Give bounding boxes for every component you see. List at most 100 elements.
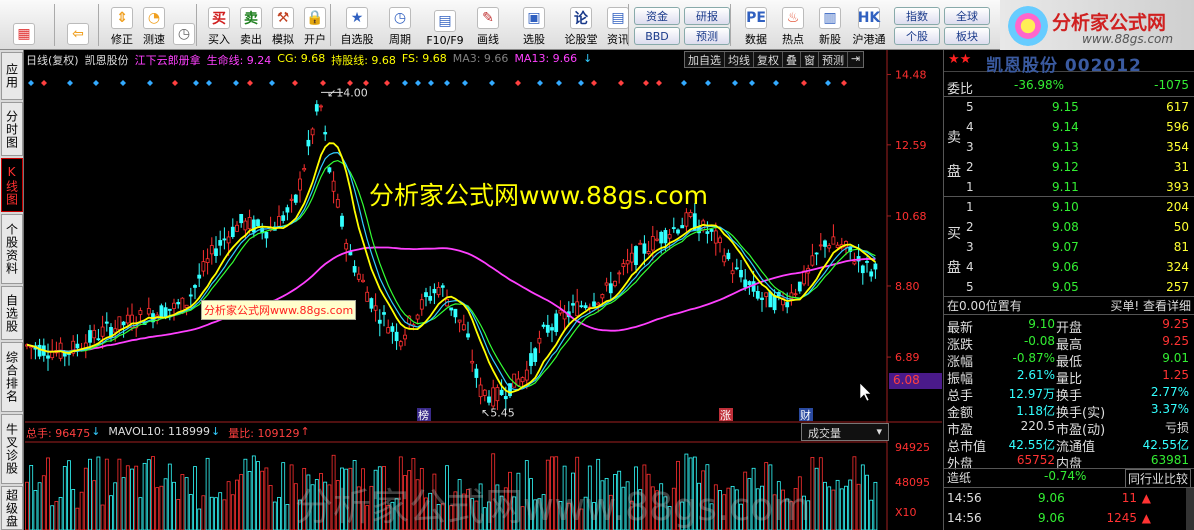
kline-chart-svg[interactable]: 14.48 12.59 10.68 8.80 6.89 ↙14.00 ↖5.45 榜 涨 财 949… <box>25 50 942 530</box>
toolbar-button-sell[interactable]: 卖卖出 <box>235 3 267 47</box>
star-window-icon: ★ <box>346 7 368 29</box>
toolbar-pill-button[interactable]: 全球 <box>944 7 990 25</box>
period-label[interactable]: 日线(复权) <box>26 52 79 68</box>
toolbar-button-back-arrow[interactable]: ⇦ <box>62 3 94 47</box>
hammer-icon: ⚒ <box>272 7 294 29</box>
candle-body <box>184 304 189 308</box>
candle-body <box>205 258 210 263</box>
left-tab-4[interactable]: 自选股 <box>1 286 23 340</box>
quote-level-row[interactable]: 1 9.11 393 <box>944 180 1194 197</box>
toolbar-pill-button[interactable]: 板块 <box>944 27 990 45</box>
quote-level-row[interactable]: 4 9.14 596 <box>944 120 1194 137</box>
candle-body <box>818 244 823 247</box>
left-tab-2[interactable]: K线图 <box>1 158 23 212</box>
chart-control-button[interactable]: 窗 <box>801 52 819 67</box>
candle-body <box>285 207 290 213</box>
stats-row: 涨跌 -0.08 最高 9.25 <box>944 334 1194 353</box>
level-price: 9.13 <box>1052 140 1079 154</box>
left-tab-6[interactable]: 牛叉诊股 <box>1 414 23 484</box>
kline-chart-area[interactable]: 14.48 12.59 10.68 8.80 6.89 ↙14.00 ↖5.45 榜 涨 财 949… <box>25 50 942 530</box>
toolbar-separator <box>330 4 331 46</box>
chevron-down-icon: ▾ <box>876 425 882 438</box>
toolbar-button-news[interactable]: ▤ 资讯 <box>602 3 634 47</box>
quote-level-row[interactable]: 2 9.12 31 <box>944 160 1194 177</box>
left-tab-1[interactable]: 分时图 <box>1 102 23 156</box>
industry-row: 造纸 -0.74% 同行业比较 <box>944 468 1194 488</box>
left-tab-5[interactable]: 综合排名 <box>1 342 23 412</box>
toolbar-button-hk-connect[interactable]: HK 沪港通 <box>848 3 890 47</box>
left-tab-7[interactable]: 超级盘 <box>1 486 23 530</box>
toolbar-pill-button[interactable]: BBD <box>634 27 680 45</box>
event-tag[interactable]: 榜 <box>418 408 429 422</box>
toolbar-button-app-logo[interactable]: ▦ <box>8 3 40 47</box>
down-arrow-icon: ↓ <box>91 425 101 438</box>
candle-body <box>289 198 294 201</box>
toolbar-pill-button[interactable]: 资金 <box>634 7 680 25</box>
toolbar-button-star-window[interactable]: ★ 自选股 <box>336 3 378 47</box>
tick-row: 14:56 9.06 11 ▲ <box>944 491 1194 508</box>
quote-scrollbar[interactable] <box>1186 488 1194 530</box>
candle-body <box>491 387 496 407</box>
quote-level-row[interactable]: 3 9.13 354 <box>944 140 1194 157</box>
toolbar-button-f10[interactable]: ▤ F10/F9 <box>424 3 466 47</box>
chart-control-button[interactable]: 叠 <box>783 52 801 67</box>
event-tag[interactable]: 财 <box>800 408 811 422</box>
pin-icon[interactable]: ⇥ <box>848 52 863 67</box>
candle-body <box>264 231 269 239</box>
chart-control-button[interactable]: 均线 <box>725 52 754 67</box>
toolbar-button-period[interactable]: ◷ 周期 <box>384 3 416 47</box>
sell-icon: 卖 <box>240 7 262 29</box>
stat-value: 1.18亿 <box>1016 404 1055 418</box>
industry-compare-button[interactable]: 同行业比较 <box>1124 469 1191 488</box>
toolbar-button-pencil[interactable]: ✎ 画线 <box>472 3 504 47</box>
quote-level-row[interactable]: 1 9.10 204 <box>944 200 1194 217</box>
quote-level-row[interactable]: 3 9.07 81 <box>944 240 1194 257</box>
toolbar-pill-button[interactable]: 指数 <box>894 7 940 25</box>
brand-name: 分析家公式网 <box>1052 12 1167 34</box>
chart-control-button[interactable]: 复权 <box>754 52 783 67</box>
period-icon: ◷ <box>389 7 411 29</box>
event-tag[interactable]: 涨 <box>720 409 731 422</box>
candle-body <box>235 224 239 232</box>
chart-control-button[interactable]: 预测 <box>819 52 848 67</box>
level-price: 9.05 <box>1052 280 1079 294</box>
quote-level-row[interactable]: 5 9.15 617 <box>944 100 1194 117</box>
candle-body <box>424 292 428 298</box>
toolbar-button-hot[interactable]: ♨ 热点 <box>777 3 809 47</box>
quote-level-row[interactable]: 5 9.05 257 <box>944 280 1194 297</box>
toolbar-button-new-stock[interactable]: ▥ 新股 <box>814 3 846 47</box>
candle-body <box>167 308 172 311</box>
candle-body <box>655 238 659 241</box>
toolbar-pill-button[interactable]: 个股 <box>894 27 940 45</box>
toolbar-pill-button[interactable]: 研报 <box>684 7 730 25</box>
down-arrow-icon: ↓ <box>211 425 221 438</box>
chart-control-button[interactable]: 加自选 <box>685 52 725 67</box>
small-watermark: 分析家公式网www.88gs.com <box>201 300 357 320</box>
toolbar-button-speedometer[interactable]: ◔ 测速 <box>138 3 170 47</box>
quote-level-row[interactable]: 4 9.06 324 <box>944 260 1194 277</box>
toolbar-button-data[interactable]: PE 数据 <box>740 3 772 47</box>
left-tab-0[interactable]: 应用 <box>1 52 23 100</box>
level-number: 4 <box>966 260 974 274</box>
level-price: 9.07 <box>1052 240 1079 254</box>
candle-body <box>629 252 634 263</box>
level-volume: 81 <box>1173 240 1189 254</box>
left-tab-3[interactable]: 个股资料 <box>1 214 23 284</box>
toolbar-pill-button[interactable]: 预测 <box>684 27 730 45</box>
volume-indicator-select[interactable]: 成交量 ▾ <box>801 423 889 441</box>
toolbar-button-forum[interactable]: 论论股堂 <box>560 3 602 47</box>
candle-body <box>793 293 798 296</box>
quote-level-row[interactable]: 2 9.08 50 <box>944 220 1194 237</box>
toolbar-button-stock-select[interactable]: ▣ 选股 <box>518 3 550 47</box>
toolbar-button-buy[interactable]: 买买入 <box>203 3 235 47</box>
candle-body <box>852 261 857 265</box>
candle-body <box>713 230 718 244</box>
star-icon[interactable]: ★★ <box>948 52 971 67</box>
trade-detail-link[interactable]: 买单! 查看详细 <box>1110 297 1191 314</box>
toolbar-button-hammer[interactable]: ⚒ 模拟 <box>267 3 299 47</box>
toolbar-button-label: 论股堂 <box>564 33 598 46</box>
toolbar-button-lock[interactable]: 🔒 开户 <box>299 3 331 47</box>
stock-name: 凯恩股份 <box>84 54 129 67</box>
candle-body <box>344 242 349 250</box>
toolbar-button-up-down-arrow[interactable]: ⇕ 修正 <box>106 3 138 47</box>
